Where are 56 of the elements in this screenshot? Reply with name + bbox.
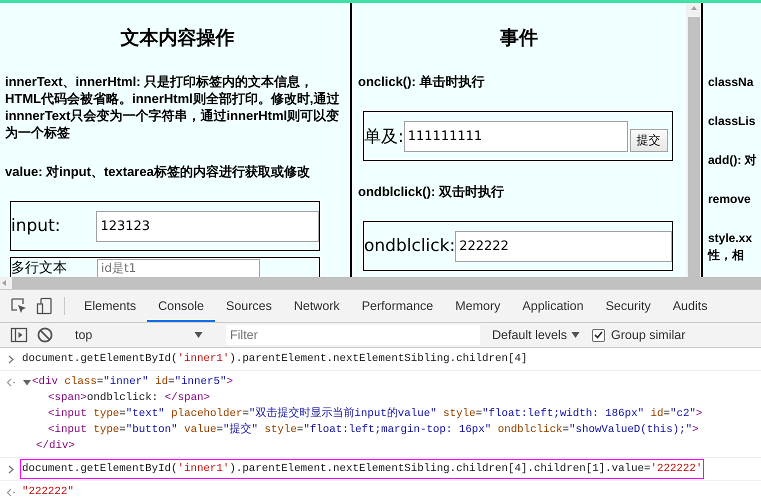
filter-field[interactable]: Filter <box>226 325 480 345</box>
section-heading: 文本内容操作 <box>120 26 236 51</box>
text-field[interactable]: 111111111 <box>404 120 628 152</box>
description-text: classLis <box>708 113 756 130</box>
dropdown-caret-icon <box>194 331 203 339</box>
return-icon <box>6 488 16 497</box>
console-line: document.getElementById('inner1').parentElement.nextElementSibling.children[4] <box>22 352 528 367</box>
levels-dropdown[interactable]: Default levels <box>489 325 584 345</box>
return-icon <box>6 378 16 387</box>
clear-icon[interactable] <box>36 326 54 344</box>
sidebar-toggle-icon[interactable] <box>10 327 28 343</box>
checkbox[interactable] <box>592 328 606 342</box>
device-icon[interactable] <box>36 297 54 315</box>
devtools-tab[interactable]: Application <box>511 292 595 322</box>
field-label: ondblclick: <box>364 236 456 256</box>
submit-button[interactable]: 提交 <box>630 128 668 152</box>
section-heading: 事件 <box>499 26 539 51</box>
checkmark-icon <box>594 331 604 339</box>
description-text: onclick(): 单击时执行 <box>358 73 486 90</box>
description-text: remove <box>708 191 752 208</box>
devtools-tab[interactable]: Security <box>594 292 662 322</box>
devtools-tab[interactable]: Memory <box>444 292 512 322</box>
field-label: 多行文本 <box>11 260 68 277</box>
description-text: add(): 对 <box>708 152 758 169</box>
text-field[interactable]: 222222 <box>455 230 672 262</box>
devtools-tab[interactable]: Network <box>282 292 351 322</box>
devtools-tab[interactable]: Elements <box>73 292 148 322</box>
devtools-tab[interactable]: Performance <box>350 292 444 322</box>
prompt-icon <box>7 355 15 364</box>
devtools-tab[interactable]: Audits <box>662 292 718 322</box>
field-label: 单及: <box>364 126 404 148</box>
element-tag-line: <input type="button" value="提交" style="float:left;margin-top: 16px" ondblclick="showValueD(this);"> <box>48 422 700 438</box>
vertical-scrollbar[interactable] <box>686 3 701 277</box>
element-tag-line: <span>ondblclick: </span> <box>48 391 212 406</box>
description-text: style.xx <box>708 230 754 247</box>
scrollbar-thumb[interactable] <box>688 17 700 277</box>
context-select[interactable]: top <box>73 325 207 345</box>
textarea-field[interactable]: id是t1 <box>97 259 260 277</box>
checkbox-label: Group similar <box>611 328 686 342</box>
expand-caret-icon[interactable] <box>22 378 32 386</box>
text-field[interactable]: 123123 <box>96 210 319 242</box>
element-tag-line: <div class="inner" id="inner5"> <box>32 375 233 390</box>
description-text: ondblclick(): 双击时执行 <box>358 183 505 200</box>
description-text: 性，相 <box>708 247 745 264</box>
devtools-tab[interactable]: Sources <box>214 292 283 322</box>
highlighted-console-line: document.getElementById('inner1').parentElement.nextElementSibling.children[4].children[1].value='222222' <box>22 461 702 477</box>
prompt-icon <box>7 465 15 474</box>
inspect-icon[interactable] <box>10 297 28 315</box>
description-text: classNa <box>708 74 754 91</box>
element-tag-line: </div> <box>35 439 76 454</box>
description-text: innerText、innerHtml: 只是打印标签内的文本信息，HTML代码会被省略。innerHtml则全部打印。修改时,通过innnerText只会变为一个字符串，通过innerHtml则可以变为一个标签 <box>5 73 340 141</box>
field-label: input: <box>11 216 62 236</box>
element-tag-line: <input type="text" placeholder="双击提交时显示当前input的value" style="float:left;width: 186px" id="c2"> <box>48 406 702 422</box>
dropdown-caret-icon <box>571 331 580 339</box>
description-text: value: 对input、textarea标签的内容进行获取或修改 <box>5 163 311 180</box>
console-result: "222222" <box>22 485 74 500</box>
